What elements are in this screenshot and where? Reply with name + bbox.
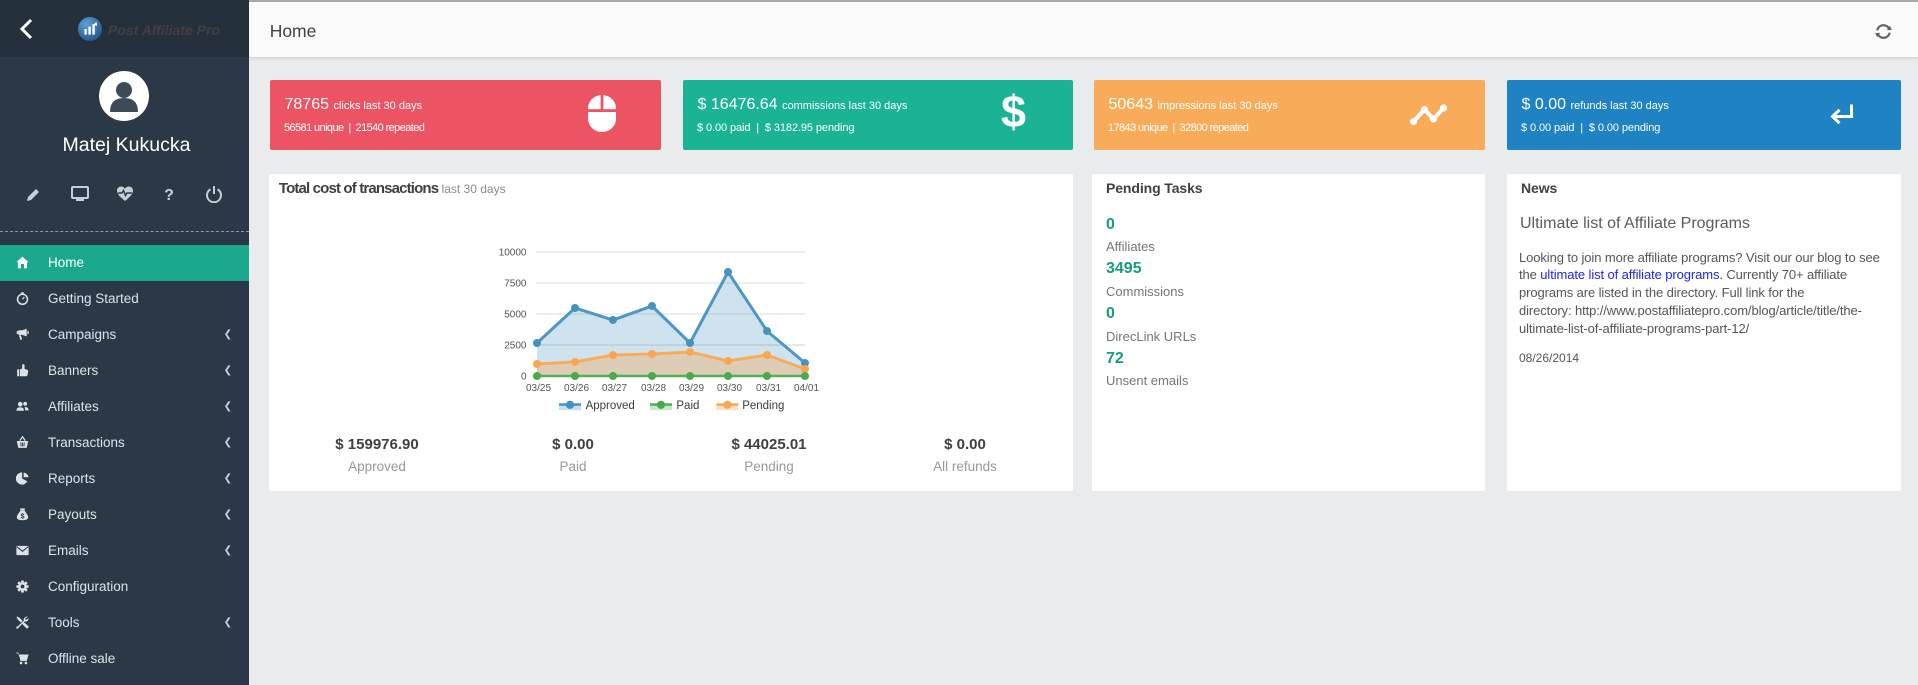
svg-text:0: 0 bbox=[521, 372, 527, 383]
svg-text:03/26: 03/26 bbox=[564, 383, 589, 394]
svg-text:?: ? bbox=[164, 187, 174, 203]
svg-text:03/25: 03/25 bbox=[526, 383, 551, 394]
svg-text:03/31: 03/31 bbox=[756, 383, 781, 394]
svg-text:03/29: 03/29 bbox=[679, 383, 704, 394]
svg-text:03/27: 03/27 bbox=[602, 383, 627, 394]
svg-text:5000: 5000 bbox=[504, 310, 527, 321]
svg-text:04/01: 04/01 bbox=[794, 383, 819, 394]
svg-text:2500: 2500 bbox=[504, 341, 527, 352]
svg-text:10000: 10000 bbox=[499, 248, 527, 259]
svg-text:7500: 7500 bbox=[504, 279, 527, 290]
svg-text:03/28: 03/28 bbox=[641, 383, 666, 394]
svg-text:Pending: Pending bbox=[742, 400, 784, 412]
svg-text:Approved: Approved bbox=[586, 400, 635, 412]
svg-text:$: $ bbox=[21, 514, 25, 521]
svg-text:03/30: 03/30 bbox=[717, 383, 742, 394]
svg-text:Paid: Paid bbox=[676, 400, 699, 412]
